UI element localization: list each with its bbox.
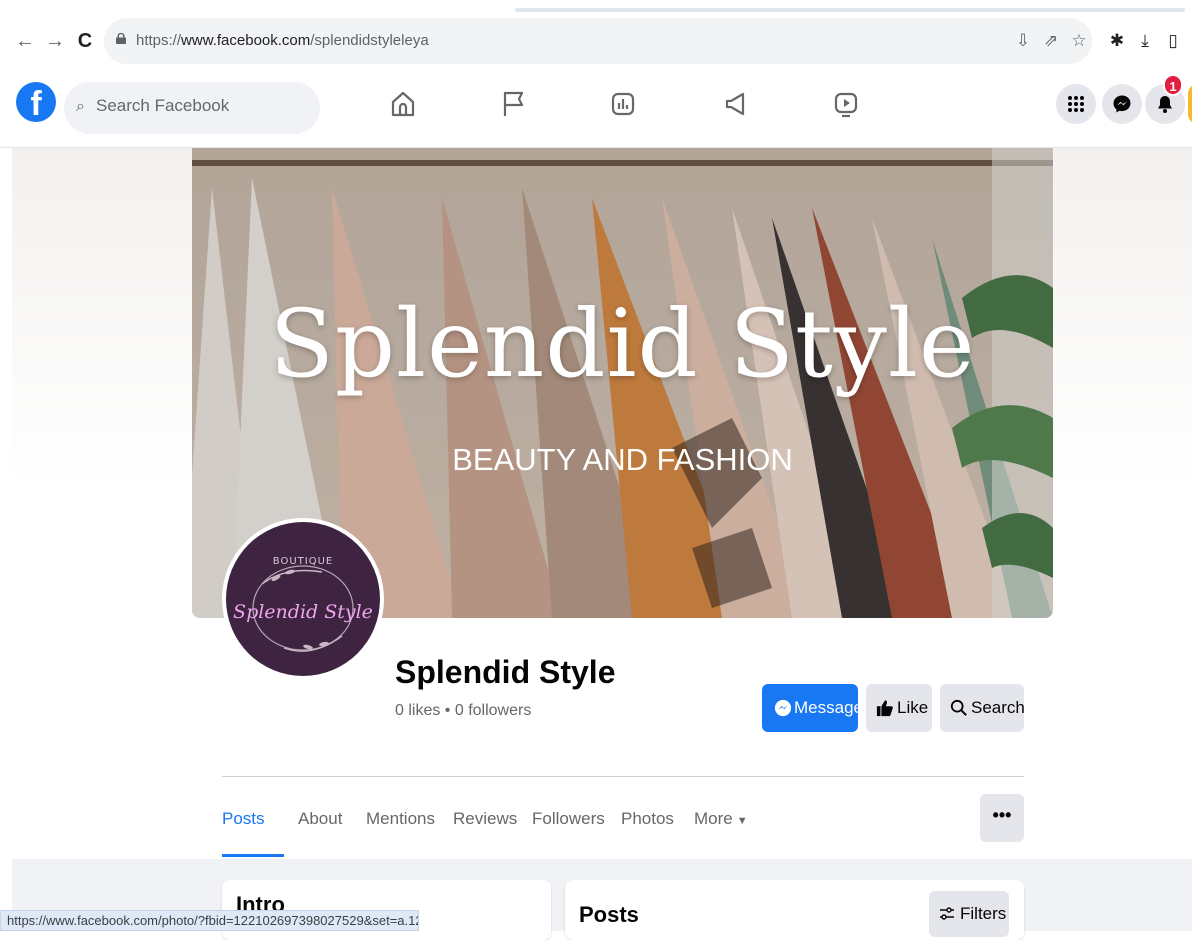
tab-photos[interactable]: Photos: [621, 810, 674, 827]
bookmark-star-icon[interactable]: ☆: [1068, 30, 1090, 52]
page-search-button[interactable]: Search: [940, 684, 1025, 732]
url-path: /splendidstyleleya: [310, 32, 429, 49]
messenger-icon: [774, 699, 792, 717]
status-bar-url: https://www.facebook.com/photo/?fbid=122…: [0, 910, 419, 931]
tab-posts[interactable]: Posts: [222, 810, 265, 827]
reload-icon[interactable]: C: [74, 30, 96, 52]
lock-icon: [116, 33, 126, 44]
filters-button-label: Filters: [960, 904, 1007, 923]
downloads-icon[interactable]: ⤓: [1134, 30, 1156, 52]
boutique-logo: Splendid Style: [233, 565, 373, 652]
message-button[interactable]: Message: [762, 684, 863, 732]
pages-flag-tab-icon[interactable]: [495, 86, 531, 122]
page-stats[interactable]: 0 likes • 0 followers: [395, 703, 531, 719]
menu-grid-button[interactable]: [1056, 84, 1096, 124]
header-divider: [222, 776, 1024, 777]
posts-heading: Posts: [579, 902, 639, 927]
more-options-button[interactable]: •••: [980, 794, 1024, 842]
like-button[interactable]: Like: [866, 684, 932, 732]
message-button-label: Message: [794, 698, 863, 717]
caret-down-icon: ▼: [736, 815, 748, 827]
url-scheme: https://: [136, 32, 182, 49]
tab-strip-hint: [515, 8, 1185, 12]
search-icon: ⌕: [76, 98, 85, 115]
logo-script-text: Splendid Style: [233, 601, 373, 623]
share-icon[interactable]: ⇗: [1040, 30, 1062, 52]
like-button-label: Like: [897, 698, 929, 717]
account-avatar[interactable]: [1188, 84, 1192, 124]
tab-reviews[interactable]: Reviews: [453, 810, 517, 827]
url-text: https://www.facebook.com/splendidstylele…: [136, 32, 429, 49]
ads-megaphone-tab-icon[interactable]: [718, 86, 754, 122]
facebook-search-input[interactable]: [96, 96, 306, 116]
url-host: www.facebook.com: [181, 32, 311, 49]
tab-more-label: More: [694, 809, 733, 828]
install-app-icon[interactable]: ⇩: [1012, 30, 1034, 52]
facebook-top-nav: f ⌕: [0, 72, 1192, 148]
thumbs-up-icon: [876, 700, 893, 717]
search-icon: [950, 699, 967, 716]
search-button-label: Search: [971, 698, 1025, 717]
logo-boutique-text: BOUTIQUE: [272, 556, 334, 567]
messenger-icon: [1113, 95, 1131, 113]
facebook-search-box[interactable]: ⌕: [64, 82, 320, 134]
browser-toolbar: ← → C https://www.facebook.com/splendids…: [0, 0, 1192, 72]
side-panel-icon[interactable]: ▯: [1162, 30, 1184, 52]
facebook-logo-icon[interactable]: f: [16, 82, 56, 123]
page-title: Splendid Style: [395, 654, 616, 690]
bell-icon: [1158, 96, 1172, 113]
notification-badge: 1: [1163, 74, 1183, 96]
back-icon[interactable]: ←: [14, 30, 36, 52]
filters-button[interactable]: Filters: [929, 891, 1009, 937]
active-tab-indicator: [222, 854, 284, 857]
messenger-button[interactable]: [1102, 84, 1142, 124]
insights-tab-icon[interactable]: [605, 86, 641, 122]
address-bar[interactable]: https://www.facebook.com/splendidstylele…: [104, 18, 1092, 64]
forward-icon[interactable]: →: [44, 30, 66, 52]
cover-subtitle: BEAUTY AND FASHION: [452, 442, 793, 477]
filters-sliders-icon: [940, 907, 954, 920]
tab-mentions[interactable]: Mentions: [366, 810, 435, 827]
home-tab-icon[interactable]: [385, 86, 421, 122]
cover-title: Splendid Style: [269, 290, 976, 399]
tab-about[interactable]: About: [298, 810, 342, 827]
video-tab-icon[interactable]: [828, 86, 864, 122]
grid-icon: [1068, 96, 1084, 112]
extensions-icon[interactable]: ✱: [1106, 30, 1128, 52]
profile-picture[interactable]: Splendid Style BOUTIQUE: [222, 518, 384, 680]
tab-followers[interactable]: Followers: [532, 810, 605, 827]
tab-more[interactable]: More ▼: [694, 810, 748, 827]
